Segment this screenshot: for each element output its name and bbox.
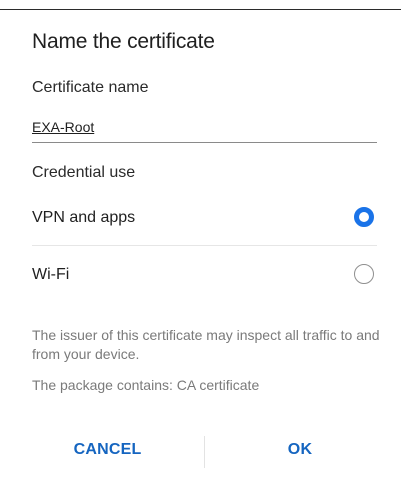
issuer-warning-text: The issuer of this certificate may inspe… bbox=[32, 327, 380, 362]
radio-selected-icon[interactable] bbox=[354, 207, 374, 227]
radio-unselected-icon[interactable] bbox=[354, 264, 374, 284]
certificate-name-label: Certificate name bbox=[32, 79, 149, 96]
package-contents-text: The package contains: CA certificate bbox=[32, 377, 260, 393]
option-vpn-label: VPN and apps bbox=[32, 209, 136, 226]
dialog-actions: CANCEL OK bbox=[0, 430, 401, 470]
option-wi-fi[interactable]: Wi-Fi bbox=[32, 251, 377, 303]
option-vpn-and-apps[interactable]: VPN and apps bbox=[32, 194, 377, 246]
certificate-name-input[interactable] bbox=[32, 111, 377, 143]
ok-button[interactable]: OK bbox=[270, 430, 330, 470]
cancel-button[interactable]: CANCEL bbox=[60, 430, 155, 470]
credential-use-label: Credential use bbox=[32, 164, 136, 181]
dialog-title: Name the certificate bbox=[32, 30, 215, 53]
option-wifi-label: Wi-Fi bbox=[32, 266, 70, 283]
certificate-name-dialog: Name the certificate Certificate name Cr… bbox=[0, 0, 401, 483]
button-divider bbox=[204, 436, 205, 468]
